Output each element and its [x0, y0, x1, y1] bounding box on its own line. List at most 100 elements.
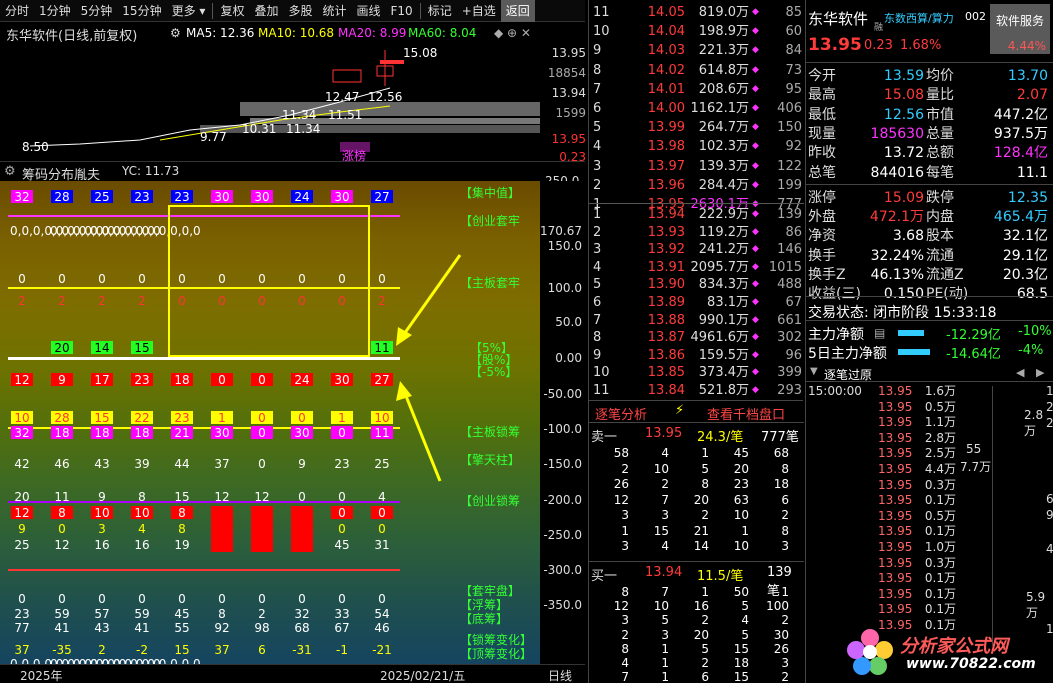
order-dot-icon: ◆ [752, 226, 759, 237]
kline-arrows-icon[interactable]: ◆ ⊕ ✕ [494, 26, 531, 40]
bid-level-row[interactable]: 4 13.91 2095.7万 ◆ 1015 [589, 258, 804, 277]
bid-level-row[interactable]: 6 13.89 83.1万 ◆ 67 [589, 293, 804, 312]
toolbar-btn-8[interactable]: 统计 [317, 0, 351, 22]
toolbar-btn-5[interactable]: 复权 [215, 0, 249, 22]
industry-badge[interactable]: 软件服务 4.44% [990, 4, 1050, 54]
toolbar-btn-6[interactable]: 叠加 [249, 0, 283, 22]
kline-axis: 13.95 [551, 46, 586, 60]
quote-label: 流通 [926, 247, 954, 264]
zhubi-volume: 0.1万 [924, 493, 956, 508]
flow-detail-icon[interactable]: ▤ [874, 326, 885, 340]
tick-value: 4 [661, 539, 669, 553]
ask-level-row[interactable]: 3 13.97 139.3万 ◆ 122 [589, 157, 804, 176]
kline-chart[interactable]: 东华软件(日线,前复权) ⚙ MA5: 12.36 MA10: 10.68 MA… [0, 22, 586, 164]
ask-level-row[interactable]: 6 14.00 1162.1万 ◆ 406 [589, 99, 804, 118]
chip-axis-label: 0.00 [555, 351, 582, 365]
quote-label: 总量 [926, 125, 954, 142]
buy1-avg: 11.5/笔 [697, 569, 744, 584]
sell1-label: 卖一 [591, 430, 618, 445]
zhubi-header: ▼ 逐笔过原 ◀ ▶ [806, 366, 1053, 382]
bid-level-row[interactable]: 2 13.93 119.2万 ◆ 86 [589, 223, 804, 242]
quote-row: 外盘 472.1万 内盘 465.4万 [806, 208, 1053, 227]
toolbar-btn-11[interactable]: 标记 [423, 0, 457, 22]
toolbar-btn-2[interactable]: 5分钟 [76, 0, 118, 22]
toolbar-btn-0[interactable]: 分时 [0, 0, 34, 22]
ask-level-row[interactable]: 11 14.05 819.0万 ◆ 85 [589, 3, 804, 22]
chip-gear-icon[interactable]: ⚙ [4, 164, 16, 179]
zhubi-price: 13.95 [878, 586, 913, 601]
zhubi-side-value: 4 [1046, 542, 1053, 556]
tick-value: 10 [653, 461, 669, 476]
top-toolbar: 分时 1分钟 5分钟 15分钟 更多 ▾ 复权 叠加 多股 统计 画线 F10 标记 +自选 返回 [0, 0, 585, 22]
ask-level-row[interactable]: 8 14.02 614.8万 ◆ 73 [589, 61, 804, 80]
toolbar-btn-7[interactable]: 多股 [283, 0, 317, 22]
quote-label: 股本 [926, 228, 954, 245]
bid-level-row[interactable]: 3 13.92 241.2万 ◆ 146 [589, 240, 804, 259]
bid-level-row[interactable]: 5 13.90 834.3万 ◆ 488 [589, 275, 804, 294]
quote-label: 总笔 [808, 164, 836, 181]
quote-label: 均价 [926, 68, 954, 84]
ask-level: 5 [593, 120, 602, 136]
ask-level-row[interactable]: 2 13.96 284.4万 ◆ 199 [589, 176, 804, 195]
bid-level-row[interactable]: 8 13.87 4961.6万 ◆ 302 [589, 328, 804, 347]
toolbar-btn-13[interactable]: 返回 [500, 0, 535, 22]
bid-level-row[interactable]: 1 13.94 222.9万 ◆ 139 [589, 205, 804, 224]
toolbar-btn-12[interactable]: +自选 [457, 0, 501, 22]
collapse-icon[interactable]: ▼ [810, 366, 818, 377]
kline-svg [29, 50, 540, 152]
ask-level: 11 [593, 5, 610, 20]
bid-count: 67 [785, 295, 802, 310]
toolbar-btn-10[interactable]: F10 [386, 0, 418, 22]
chip-axis-label: -350.0 [543, 598, 582, 612]
next-icon[interactable]: ▶ [1036, 366, 1044, 379]
quote-value: 12.56 [883, 106, 924, 123]
tick-value: 26 [613, 477, 629, 491]
bid-level-row[interactable]: 7 13.88 990.1万 ◆ 661 [589, 311, 804, 330]
bid-level-row[interactable]: 11 13.84 521.8万 ◆ 293 [589, 381, 804, 400]
order-dot-icon: ◆ [752, 103, 759, 113]
chip-distribution-panel[interactable]: 32 28 25 23 23 30 30 24 30 27 0,0,0,0,0,0,0,0,0,0 0… [0, 181, 540, 671]
ask-price: 13.97 [647, 158, 685, 174]
ask-level-row[interactable]: 5 13.99 264.7万 ◆ 150 [589, 118, 804, 137]
tab-tick-analysis[interactable]: 逐笔分析 [595, 404, 647, 423]
tick-value: 10 [733, 508, 749, 522]
zhubi-volume: 0.1万 [924, 524, 956, 539]
chip-axis-label: -50.00 [543, 387, 582, 401]
ma-gear-icon[interactable]: ⚙ [170, 26, 181, 40]
sell1-price: 13.95 [645, 426, 683, 441]
zhubi-price: 13.95 [878, 508, 913, 523]
order-dot-icon: ◆ [752, 279, 759, 290]
bid-level-row[interactable]: 9 13.86 159.5万 ◆ 96 [589, 346, 804, 365]
toolbar-btn-4[interactable]: 更多 ▾ [167, 0, 211, 22]
tab-depth[interactable]: 查看千档盘口 [707, 404, 785, 423]
toolbar-btn-1[interactable]: 1分钟 [34, 0, 76, 22]
chip-axis-label: -100.0 [543, 422, 582, 436]
sell-tick-rows: 58 4 1 45 68 2 10 5 20 8 26 2 8 23 18 12 7 20 63 6 3 3 2 10 2 1 15… [589, 445, 804, 557]
bid-price: 13.94 [647, 207, 685, 222]
quote-label: 最低 [808, 106, 836, 123]
quote-row: 总笔 844016 每笔 11.1 [806, 164, 1053, 183]
prev-icon[interactable]: ◀ [1016, 366, 1024, 379]
ask-level-row[interactable]: 7 14.01 208.6万 ◆ 95 [589, 80, 804, 99]
stock-sector[interactable]: 东数西算/算力 [884, 10, 954, 26]
zhubi-side: 112202.8万557.7万6945.9万11 [956, 384, 1053, 644]
toolbar-btn-9[interactable]: 画线 [352, 0, 386, 22]
flow2-pct: -4% [1018, 343, 1044, 358]
quote-label: 净资 [808, 228, 836, 245]
footer-period[interactable]: 日线 [548, 667, 572, 683]
tick-row: 2 10 5 20 8 [589, 461, 804, 477]
chip-axis-label: 150.0 [547, 239, 582, 253]
bid-price: 13.91 [647, 259, 685, 275]
tick-value: 2 [661, 477, 669, 491]
ma60-label: MA60: 8.04 [408, 26, 477, 40]
bid-level: 1 [593, 207, 602, 222]
toolbar-btn-3[interactable]: 15分钟 [117, 0, 166, 22]
bid-level-row[interactable]: 10 13.85 373.4万 ◆ 399 [589, 363, 804, 382]
zhubi-side-value: 11 [1046, 384, 1053, 398]
quote-value: 447.2亿 [993, 106, 1048, 123]
ask-level-row[interactable]: 4 13.98 102.3万 ◆ 92 [589, 137, 804, 156]
tick-value: 6 [701, 670, 709, 683]
ask-level-row[interactable]: 10 14.04 198.9万 ◆ 60 [589, 22, 804, 41]
ask-level-row[interactable]: 9 14.03 221.3万 ◆ 84 [589, 41, 804, 60]
bid-volume: 83.1万 [707, 295, 749, 310]
